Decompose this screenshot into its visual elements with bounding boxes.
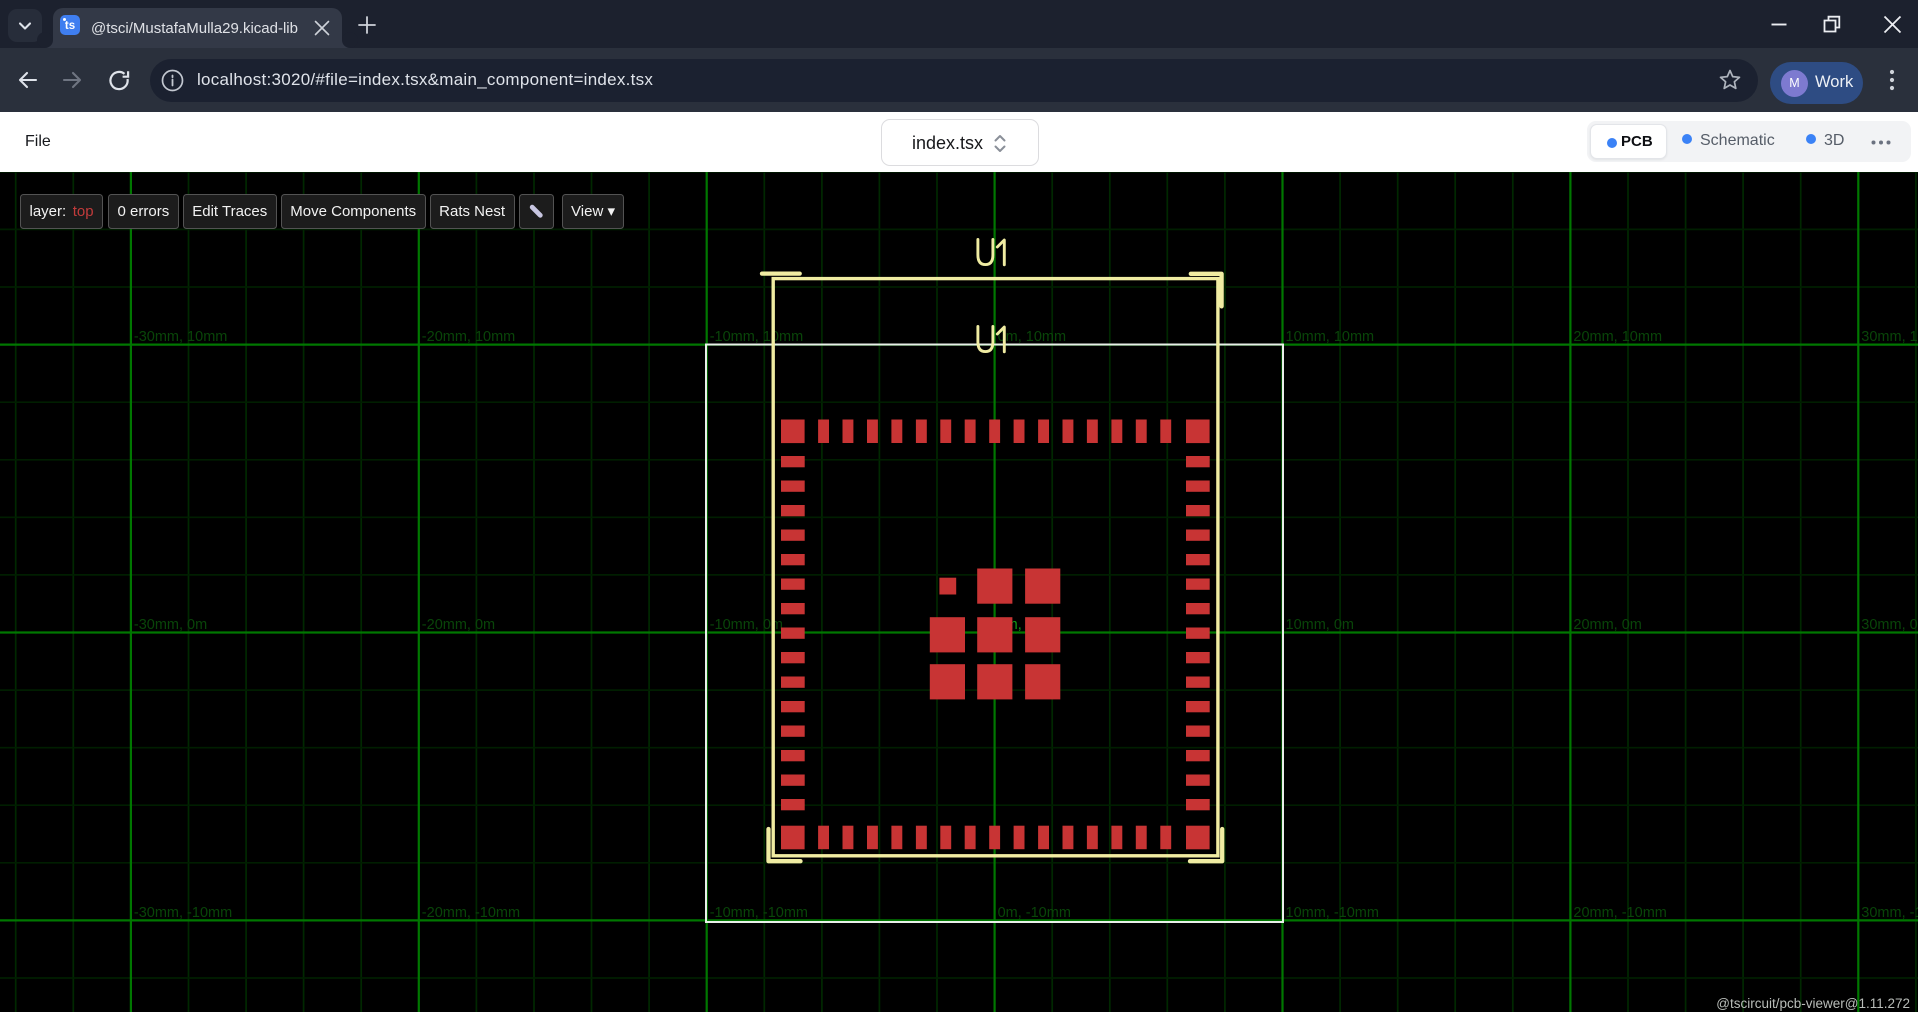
svg-text:30mm, -10mm: 30mm, -10mm bbox=[1861, 905, 1918, 921]
svg-text:-20mm, 10mm: -20mm, 10mm bbox=[422, 329, 515, 345]
svg-text:0m, 10mm: 0m, 10mm bbox=[998, 329, 1067, 345]
svg-text:-20mm, 0m: -20mm, 0m bbox=[422, 617, 495, 633]
svg-text:-30mm, -10mm: -30mm, -10mm bbox=[134, 905, 232, 921]
svg-text:-30mm, 10mm: -30mm, 10mm bbox=[134, 329, 227, 345]
svg-text:-20mm, -10mm: -20mm, -10mm bbox=[422, 905, 520, 921]
svg-text:10mm, 10mm: 10mm, 10mm bbox=[1286, 329, 1375, 345]
svg-text:10mm, 0m: 10mm, 0m bbox=[1286, 617, 1355, 633]
svg-text:20mm, 10mm: 20mm, 10mm bbox=[1573, 329, 1662, 345]
svg-text:20mm, 0m: 20mm, 0m bbox=[1573, 617, 1642, 633]
svg-text:20mm, -10mm: 20mm, -10mm bbox=[1573, 905, 1666, 921]
svg-text:-10mm, -10mm: -10mm, -10mm bbox=[710, 905, 808, 921]
svg-text:-30mm, 0m: -30mm, 0m bbox=[134, 617, 207, 633]
svg-text:30mm, 0m: 30mm, 0m bbox=[1861, 617, 1918, 633]
svg-text:-10mm, 10mm: -10mm, 10mm bbox=[710, 329, 803, 345]
svg-text:30mm, 10mm: 30mm, 10mm bbox=[1861, 329, 1918, 345]
svg-text:10mm, -10mm: 10mm, -10mm bbox=[1286, 905, 1379, 921]
svg-text:0m, -10mm: 0m, -10mm bbox=[998, 905, 1071, 921]
